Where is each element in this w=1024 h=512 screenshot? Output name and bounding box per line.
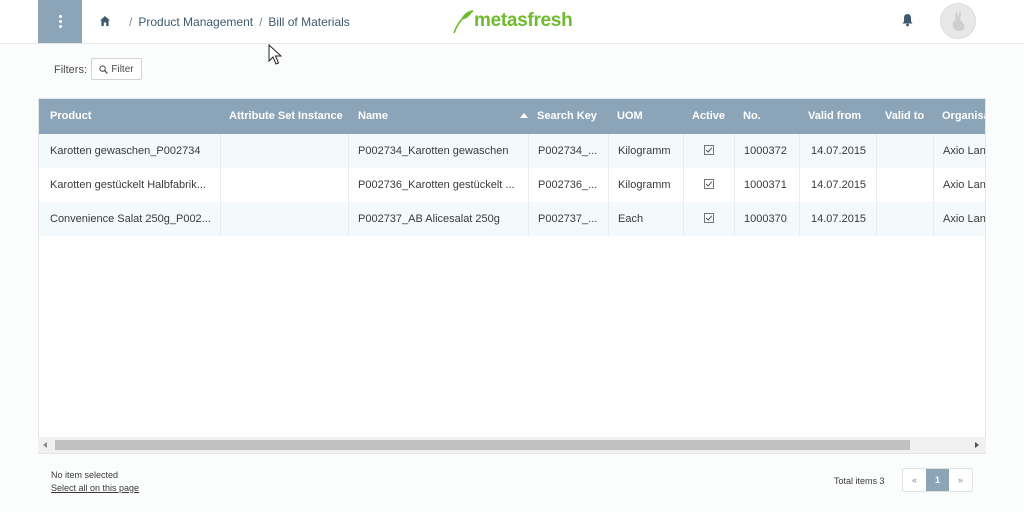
table-row[interactable]: Karotten gestückelt Halbfabrik... P00273… [39,168,986,202]
cell-name: P002737_AB Alicesalat 250g [358,213,500,225]
top-header: / Product Management / Bill of Materials… [0,0,1024,44]
cell-organisation: Axio Lan [943,213,986,225]
total-items: Total items 3 [834,476,885,486]
column-divider [608,134,609,236]
logo-text: metasfresh [474,10,573,31]
column-divider [683,134,684,236]
pagination: « 1 » [902,468,973,492]
column-header-no[interactable]: No. [743,99,793,134]
scroll-left-arrow-icon[interactable] [43,442,47,448]
column-divider [220,134,221,236]
column-header-uom[interactable]: UOM [617,99,677,134]
filters-label: Filters: [54,64,87,76]
column-header-name[interactable]: Name [358,99,508,134]
scroll-right-arrow-icon[interactable] [975,442,979,448]
bell-icon[interactable] [901,13,914,27]
breadcrumb-product-management[interactable]: Product Management [138,15,253,29]
scrollbar-thumb[interactable] [55,440,910,450]
home-icon[interactable] [99,15,111,27]
cell-valid-from: 14.07.2015 [811,179,867,191]
search-icon [99,64,109,74]
cell-product: Karotten gestückelt Halbfabrik... [50,179,206,191]
cell-search-key: P002734_... [538,145,598,157]
cell-organisation: Axio Lan [943,145,986,157]
pagination-page-1[interactable]: 1 [926,469,949,491]
cell-valid-to [885,202,935,236]
column-header-valid-to[interactable]: Valid to [885,99,935,134]
cell-uom: Kilogramm [618,145,671,157]
column-divider [933,134,934,236]
cell-product: Karotten gewaschen_P002734 [50,145,201,157]
cell-no: 1000372 [744,145,787,157]
cell-valid-from: 14.07.2015 [811,145,867,157]
filter-button[interactable]: Filter [91,58,142,80]
cell-no: 1000370 [744,213,787,225]
cell-search-key: P002737_... [538,213,598,225]
column-divider [734,134,735,236]
table-row[interactable]: Karotten gewaschen_P002734 P002734_Karot… [39,134,986,168]
selection-status: No item selected [51,470,119,480]
rabbit-avatar-icon [952,10,965,31]
kebab-menu-icon [58,15,62,28]
pagination-prev-button[interactable]: « [903,469,926,491]
cell-organisation: Axio Lan [943,179,986,191]
cell-attribute-set-instance [229,134,349,168]
checkbox-checked-icon [704,179,714,189]
horizontal-scrollbar[interactable] [38,437,986,453]
column-divider [528,134,529,236]
menu-button[interactable] [38,0,82,43]
cell-attribute-set-instance [229,202,349,236]
pagination-next-button[interactable]: » [949,469,972,491]
avatar[interactable] [940,3,976,39]
breadcrumb-separator: / [129,15,133,29]
column-divider [799,134,800,236]
column-header-search-key[interactable]: Search Key [537,99,607,134]
cell-search-key: P002736_... [538,179,598,191]
cell-name: P002734_Karotten gewaschen [358,145,509,157]
mouse-cursor-icon [268,44,282,65]
cell-valid-to [885,168,935,202]
cell-no: 1000371 [744,179,787,191]
data-table: Product Attribute Set Instance Name Sear… [38,98,986,454]
table-row[interactable]: Convenience Salat 250g_P002... P002737_A… [39,202,986,236]
leaf-logo-icon [453,10,474,34]
cell-attribute-set-instance [229,168,349,202]
checkbox-checked-icon [704,213,714,223]
cell-name: P002736_Karotten gestückelt ... [358,179,515,191]
cell-valid-to [885,134,935,168]
column-header-attribute-set-instance[interactable]: Attribute Set Instance [229,99,349,134]
cell-product: Convenience Salat 250g_P002... [50,213,211,225]
metasfresh-logo: metasfresh [452,8,573,34]
column-divider [348,134,349,236]
sort-ascending-icon [520,113,528,118]
column-header-product[interactable]: Product [50,99,220,134]
cell-uom: Kilogramm [618,179,671,191]
checkbox-checked-icon [704,145,714,155]
breadcrumb-bill-of-materials[interactable]: Bill of Materials [268,15,349,29]
column-header-valid-from[interactable]: Valid from [808,99,878,134]
filter-button-label: Filter [111,63,134,75]
cell-valid-from: 14.07.2015 [811,213,867,225]
cell-uom: Each [618,213,644,225]
table-header: Product Attribute Set Instance Name Sear… [39,99,985,134]
breadcrumb: / Product Management / Bill of Materials [129,15,350,29]
breadcrumb-separator: / [259,15,263,29]
column-header-active[interactable]: Active [692,99,737,134]
column-divider [876,134,877,236]
column-header-organisation[interactable]: Organisa [942,99,985,134]
select-all-link[interactable]: Select all on this page [51,483,139,493]
